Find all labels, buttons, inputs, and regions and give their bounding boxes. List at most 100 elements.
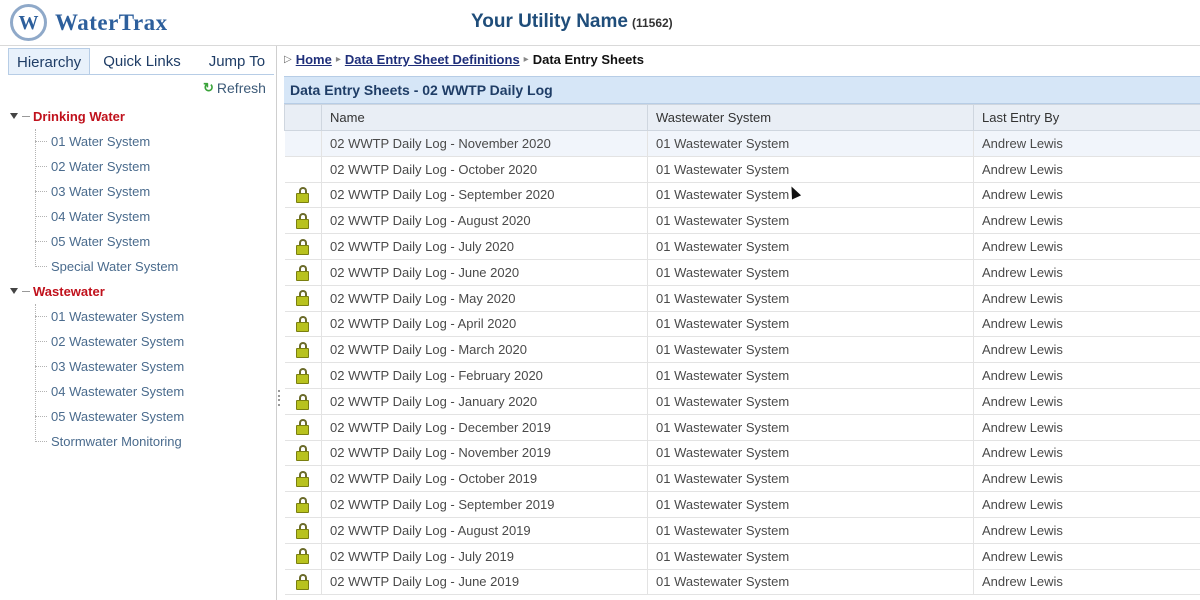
lock-cell [284,182,322,209]
logo-text: WaterTrax [55,9,168,35]
last-entry-by-cell: Andrew Lewis [973,465,1200,493]
tree-item[interactable]: 05 Water System [35,229,184,254]
table-row[interactable]: 02 WWTP Daily Log - June 2020 01 Wastewat… [284,259,1200,286]
system-cell: 01 Wastewater System [647,311,974,338]
tab-jump-to[interactable]: Jump To [200,48,274,75]
refresh-button[interactable]: ↻ Refresh [203,80,266,96]
lock-cell [284,388,322,415]
table-row[interactable]: 02 WWTP Daily Log - September 2020 01 Was… [284,182,1200,209]
lock-cell [284,569,322,596]
name-cell[interactable]: 02 WWTP Daily Log - August 2019 [321,517,648,544]
column-header-lock [284,104,322,131]
lock-cell [284,233,322,260]
name-cell[interactable]: 02 WWTP Daily Log - September 2020 [321,182,648,209]
name-cell[interactable]: 02 WWTP Daily Log - October 2019 [321,465,648,493]
lock-icon [296,238,310,255]
name-cell[interactable]: 02 WWTP Daily Log - December 2019 [321,414,648,441]
table-row[interactable]: 02 WWTP Daily Log - May 2020 01 Wastewate… [284,285,1200,312]
tree-item[interactable]: 01 Wastewater System [35,304,184,329]
system-cell: 01 Wastewater System [647,465,974,493]
data-entry-sheets-table: Name Wastewater System Last Entry By 02 … [284,104,1200,596]
table-row[interactable]: 02 WWTP Daily Log - October 2020 01 Waste… [284,156,1200,183]
table-row[interactable]: 02 WWTP Daily Log - February 2020 01 Wast… [284,362,1200,389]
name-cell[interactable]: 02 WWTP Daily Log - November 2019 [321,440,648,467]
name-cell[interactable]: 02 WWTP Daily Log - March 2020 [321,336,648,364]
system-cell: 01 Wastewater System [647,362,974,389]
tab-hierarchy[interactable]: Hierarchy [8,48,91,75]
table-row[interactable]: 02 WWTP Daily Log - March 2020 01 Wastewa… [284,336,1200,364]
name-cell[interactable]: 02 WWTP Daily Log - April 2020 [321,311,648,338]
tree-item[interactable]: 02 Wastewater System [35,329,184,354]
lock-cell [284,543,322,570]
name-cell[interactable]: 02 WWTP Daily Log - February 2020 [321,362,648,389]
table-row[interactable]: 02 WWTP Daily Log - July 2019 01 Wastewat… [284,543,1200,570]
name-cell[interactable]: 02 WWTP Daily Log - May 2020 [321,285,648,312]
lock-icon [296,187,310,204]
column-header-last-entry-by[interactable]: Last Entry By [973,104,1200,131]
last-entry-by-cell: Andrew Lewis [973,259,1200,286]
breadcrumb-home-link[interactable]: Home [296,52,332,67]
table-row[interactable]: 02 WWTP Daily Log - January 2020 01 Waste… [284,388,1200,415]
left-tabs: Hierarchy Quick Links Jump To [8,48,274,75]
tree-item[interactable]: 03 Water System [35,179,184,204]
table-row[interactable]: 02 WWTP Daily Log - April 2020 01 Wastewa… [284,311,1200,338]
tree-item[interactable]: 04 Water System [35,204,184,229]
collapse-arrow-icon[interactable] [10,287,18,296]
main-content: ▷ Home ▸ Data Entry Sheet Definitions ▸ … [284,46,1200,600]
system-cell: 01 Wastewater System [647,285,974,312]
tree-item[interactable]: 01 Water System [35,129,184,154]
table-row[interactable]: 02 WWTP Daily Log - August 2019 01 Wastew… [284,517,1200,544]
tree-group-wastewater: Wastewater 01 Wastewater System 02 Waste… [10,279,184,454]
name-cell[interactable]: 02 WWTP Daily Log - August 2020 [321,207,648,235]
last-entry-by-cell: Andrew Lewis [973,491,1200,518]
name-cell[interactable]: 02 WWTP Daily Log - November 2020 [321,130,648,157]
tree-item[interactable]: 02 Water System [35,154,184,179]
table-row[interactable]: 02 WWTP Daily Log - September 2019 01 Was… [284,491,1200,518]
tree-item[interactable]: 03 Wastewater System [35,354,184,379]
tab-quick-links[interactable]: Quick Links [94,48,190,75]
tree-item[interactable]: Special Water System [35,254,184,279]
breadcrumb-current: Data Entry Sheets [532,52,644,67]
name-cell[interactable]: 02 WWTP Daily Log - October 2020 [321,156,648,183]
tree-item[interactable]: 04 Wastewater System [35,379,184,404]
last-entry-by-cell: Andrew Lewis [973,233,1200,260]
last-entry-by-cell: Andrew Lewis [973,388,1200,415]
last-entry-by-cell: Andrew Lewis [973,156,1200,183]
table-row[interactable]: 02 WWTP Daily Log - October 2019 01 Waste… [284,465,1200,493]
name-cell[interactable]: 02 WWTP Daily Log - July 2019 [321,543,648,570]
name-cell[interactable]: 02 WWTP Daily Log - January 2020 [321,388,648,415]
app-header: W WaterTrax Your Utility Name (11562) [0,0,1200,46]
last-entry-by-cell: Andrew Lewis [973,285,1200,312]
column-header-wastewater-system[interactable]: Wastewater System [647,104,974,131]
collapse-arrow-icon[interactable] [10,112,18,121]
table-row[interactable]: 02 WWTP Daily Log - July 2020 01 Wastewat… [284,233,1200,260]
tree-item[interactable]: 05 Wastewater System [35,404,184,429]
table-row[interactable]: 02 WWTP Daily Log - December 2019 01 Wast… [284,414,1200,441]
name-cell[interactable]: 02 WWTP Daily Log - September 2019 [321,491,648,518]
lock-icon [296,496,310,513]
breadcrumb-definitions-link[interactable]: Data Entry Sheet Definitions [345,52,520,67]
panel-splitter-handle[interactable] [277,390,281,406]
name-cell[interactable]: 02 WWTP Daily Log - June 2019 [321,569,648,596]
table-row[interactable]: 02 WWTP Daily Log - June 2019 01 Wastewat… [284,569,1200,596]
tree-node-wastewater[interactable]: Wastewater [10,279,184,304]
tree-children: 01 Wastewater System 02 Wastewater Syste… [35,304,184,454]
system-cell: 01 Wastewater System [647,543,974,570]
lock-icon [296,213,310,230]
lock-cell [284,285,322,312]
name-cell[interactable]: 02 WWTP Daily Log - July 2020 [321,233,648,260]
lock-icon [296,290,310,307]
lock-icon [296,393,310,410]
tree-node-drinking-water[interactable]: Drinking Water [10,104,184,129]
table-row[interactable]: 02 WWTP Daily Log - August 2020 01 Wastew… [284,207,1200,235]
table-row[interactable]: 02 WWTP Daily Log - November 2019 01 Wast… [284,440,1200,467]
column-header-name[interactable]: Name [321,104,648,131]
name-cell[interactable]: 02 WWTP Daily Log - June 2020 [321,259,648,286]
utility-id: (11562) [631,16,673,30]
utility-name: Your Utility Name (11562) [471,11,673,32]
watertrax-logo[interactable]: W WaterTrax [10,4,168,41]
breadcrumb: ▷ Home ▸ Data Entry Sheet Definitions ▸ … [284,52,644,67]
lock-icon [296,574,310,591]
tree-item[interactable]: Stormwater Monitoring [35,429,184,454]
table-row[interactable]: 02 WWTP Daily Log - November 2020 01 Wast… [284,130,1200,157]
